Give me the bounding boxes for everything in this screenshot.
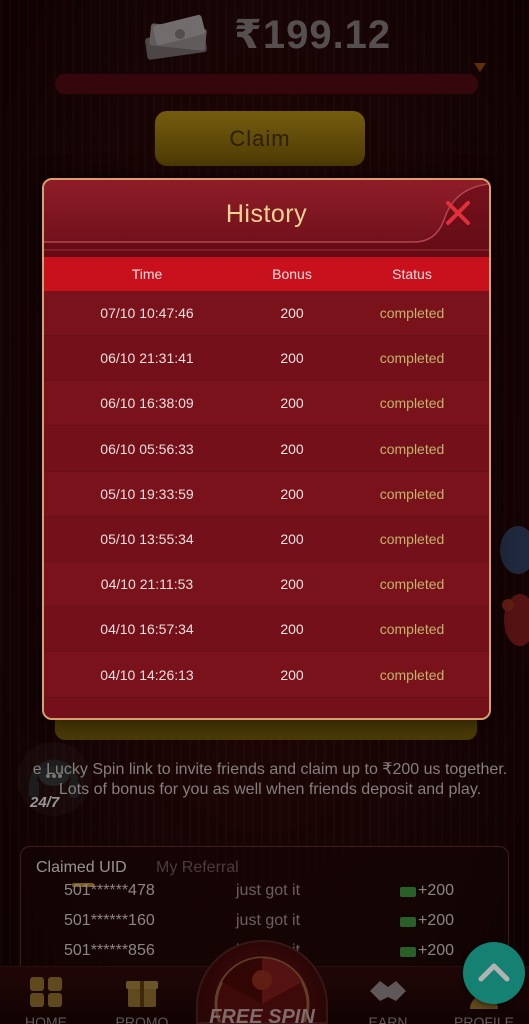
nav-earn-label: EARN xyxy=(368,1014,408,1024)
home-icon xyxy=(30,977,62,1007)
handshake-icon xyxy=(370,981,406,1001)
cash-icon xyxy=(400,917,416,927)
history-table-body[interactable]: 07/10 10:47:46 200 completed 06/10 21:31:41… xyxy=(44,291,489,718)
referral-message: just got it xyxy=(236,912,301,929)
table-row: 04/10 21:11:53 200 completed xyxy=(44,562,489,608)
history-status: completed xyxy=(379,440,445,457)
balance-progress-bar xyxy=(54,73,479,95)
table-row: 07/10 10:47:46 200 completed xyxy=(44,291,489,336)
history-status: completed xyxy=(379,666,445,683)
history-bonus: 200 xyxy=(280,621,304,638)
free-spin-label: FREE SPIN xyxy=(209,1006,315,1024)
nav-earn[interactable]: EARN xyxy=(348,967,428,1024)
table-row: 05/10 13:55:34 200 completed xyxy=(44,517,489,562)
table-row: 05/10 19:33:59 200 completed xyxy=(44,471,489,517)
cash-icon xyxy=(400,887,416,897)
history-bonus: 200 xyxy=(280,305,304,321)
close-icon xyxy=(446,201,470,225)
history-status: completed xyxy=(379,395,445,412)
referral-uid: 501******478 xyxy=(64,882,155,899)
history-time: 06/10 21:31:41 xyxy=(100,350,194,367)
table-row: 04/10 16:57:34 200 completed xyxy=(44,607,489,653)
history-status: completed xyxy=(379,305,445,321)
referral-amount: +200 xyxy=(418,942,455,959)
table-header: Time Bonus Status xyxy=(44,257,489,291)
close-button[interactable] xyxy=(441,196,475,230)
history-bonus: 200 xyxy=(280,666,304,683)
history-status: completed xyxy=(379,576,445,593)
history-time: 04/10 16:57:34 xyxy=(100,621,194,638)
history-time: 04/10 14:26:13 xyxy=(100,666,194,683)
history-status: completed xyxy=(379,350,445,367)
referral-uid: 501******856 xyxy=(64,942,155,959)
claim-button[interactable]: Claim xyxy=(155,111,365,166)
progress-marker-icon xyxy=(474,63,486,72)
referral-row: 501******478 just got it +200 xyxy=(64,882,464,906)
nav-profile-label: PROFILE xyxy=(454,1014,514,1024)
history-bonus: 200 xyxy=(280,440,304,457)
decoration-character-icon xyxy=(500,526,529,646)
column-header-bonus: Bonus xyxy=(272,266,312,282)
history-bonus: 200 xyxy=(280,485,304,502)
nav-promo-label: PROMO xyxy=(115,1014,169,1024)
history-time: 05/10 19:33:59 xyxy=(100,485,194,502)
table-row xyxy=(44,697,489,718)
column-header-status: Status xyxy=(392,266,432,282)
tab-claimed-uid[interactable]: Claimed UID xyxy=(36,859,127,877)
history-bonus: 200 xyxy=(280,531,304,547)
history-time: 05/10 13:55:34 xyxy=(100,531,194,547)
modal-header: History xyxy=(44,180,489,258)
history-status: completed xyxy=(379,485,445,502)
history-time: 06/10 16:38:09 xyxy=(100,395,194,412)
table-row: 04/10 14:26:13 200 completed xyxy=(44,652,489,698)
table-row: 06/10 05:56:33 200 completed xyxy=(44,426,489,472)
history-time: 06/10 05:56:33 xyxy=(100,440,194,457)
history-status: completed xyxy=(379,531,445,547)
history-bonus: 200 xyxy=(280,576,304,593)
referral-amount: +200 xyxy=(418,912,455,929)
nav-home[interactable]: HOME xyxy=(6,967,86,1024)
table-row: 06/10 21:31:41 200 completed xyxy=(44,336,489,382)
cash-stack-icon xyxy=(145,14,207,60)
referral-uid: 501******160 xyxy=(64,912,155,929)
balance-amount: ₹199.12 xyxy=(234,13,392,57)
scroll-to-top-button[interactable] xyxy=(463,942,525,1004)
referral-row: 501******160 just got it +200 xyxy=(64,912,464,936)
gift-icon xyxy=(126,981,158,1007)
history-time: 04/10 21:11:53 xyxy=(100,576,194,593)
modal-title: History xyxy=(225,200,308,228)
column-header-time: Time xyxy=(131,266,163,282)
history-bonus: 200 xyxy=(280,350,304,367)
cash-icon xyxy=(400,947,416,957)
tab-my-referral[interactable]: My Referral xyxy=(156,859,239,877)
chevron-up-icon xyxy=(478,963,510,982)
history-bonus: 200 xyxy=(280,395,304,412)
history-modal: History Time Bonus Status 07/10 10:47:46… xyxy=(42,178,491,720)
nav-promo[interactable]: PROMO xyxy=(102,967,182,1024)
history-status: completed xyxy=(379,621,445,638)
history-time: 07/10 10:47:46 xyxy=(100,305,194,321)
invite-description: e Lucky Spin link to invite friends and … xyxy=(32,761,508,798)
table-row: 06/10 16:38:09 200 completed xyxy=(44,381,489,427)
referral-amount: +200 xyxy=(418,882,455,899)
referral-message: just got it xyxy=(236,882,301,899)
nav-home-label: HOME xyxy=(25,1014,67,1024)
